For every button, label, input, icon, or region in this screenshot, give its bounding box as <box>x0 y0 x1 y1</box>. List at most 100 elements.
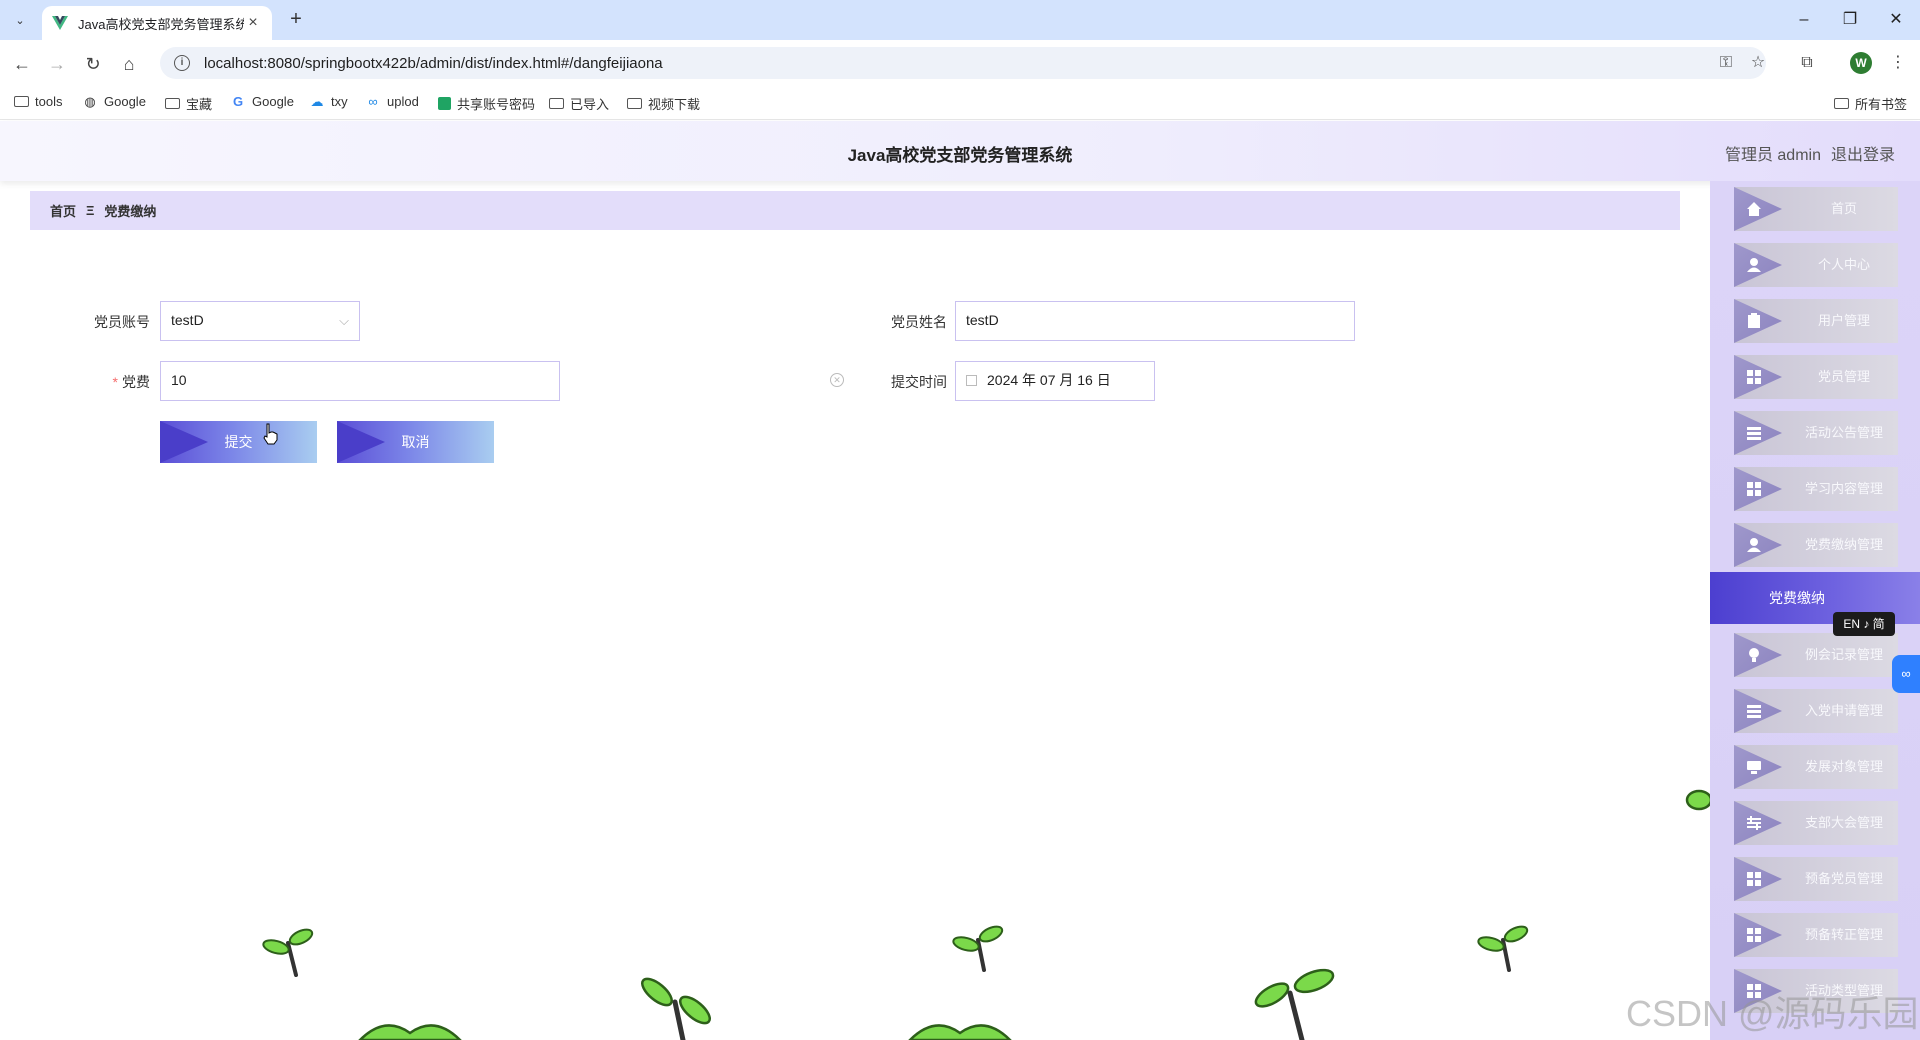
account-label: 党员账号 <box>94 314 150 330</box>
sidebar-item-full-membership[interactable]: 预备转正管理 <box>1734 913 1898 957</box>
back-icon[interactable]: ← <box>8 50 36 78</box>
name-field[interactable]: testD <box>955 301 1355 341</box>
sidebar-item-user-management[interactable]: 用户管理 <box>1734 299 1898 343</box>
date-picker[interactable]: 2024 年 07 月 16 日 <box>955 361 1155 401</box>
bookmark-uplod[interactable]: ∞ uplod <box>365 94 418 109</box>
list-icon <box>1747 427 1761 440</box>
hand-cursor-icon <box>263 423 278 445</box>
date-value: 2024 年 07 月 16 日 <box>987 372 1111 388</box>
sidebar-item-label: 入党申请管理 <box>1804 703 1883 718</box>
window-close-icon[interactable]: ✕ <box>1873 6 1919 34</box>
chevron-decoration <box>337 421 385 463</box>
sprout-decoration-icon <box>358 1024 462 1040</box>
sidebar: 首页 个人中心 用户管理 党员管理 活动公告管理 学习内容管理 党费缴纳管理 党… <box>1710 181 1920 1040</box>
submit-label: 提交 <box>224 434 253 450</box>
address-bar[interactable]: i localhost:8080/springbootx422b/admin/d… <box>160 47 1766 79</box>
folder-icon <box>165 98 180 109</box>
new-tab-button[interactable]: + <box>282 8 310 32</box>
home-icon[interactable]: ⌂ <box>115 50 143 78</box>
bookmark-tools[interactable]: tools <box>14 94 62 109</box>
fee-field[interactable]: 10 <box>160 361 560 401</box>
grid-icon <box>1747 370 1761 384</box>
globe-icon: ◍ <box>84 94 96 109</box>
grid-icon <box>1747 872 1761 886</box>
list-icon <box>1747 705 1761 718</box>
browser-toolbar: ← → ↻ ⌂ i localhost:8080/springbootx422b… <box>0 40 1920 86</box>
star-icon[interactable]: ☆ <box>1745 50 1771 76</box>
sidebar-item-label: 学习内容管理 <box>1804 481 1883 496</box>
folder-icon <box>627 98 642 109</box>
account-select[interactable]: testD ⌵ <box>160 301 360 341</box>
sidebar-item-announcements[interactable]: 活动公告管理 <box>1734 411 1898 455</box>
logout-link[interactable]: 退出登录 <box>1831 147 1895 164</box>
bookmark-shared-accounts[interactable]: 共享账号密码 <box>438 94 535 113</box>
menu-icon[interactable]: ⋮ <box>1885 50 1911 76</box>
extensions-icon[interactable]: ⧉ <box>1794 50 1820 76</box>
forward-icon[interactable]: → <box>43 50 71 78</box>
breadcrumb-current: 党费缴纳 <box>104 204 157 219</box>
sprout-decoration-icon <box>1685 789 1710 811</box>
sidebar-item-probationary-members[interactable]: 预备党员管理 <box>1734 857 1898 901</box>
account-value: testD <box>171 312 204 328</box>
bookmark-google-2[interactable]: G Google <box>230 94 294 109</box>
floating-tool-icon[interactable]: ∞ <box>1892 655 1920 693</box>
bulb-icon <box>1749 648 1759 662</box>
bookmark-treasure[interactable]: 宝藏 <box>165 94 212 113</box>
grid-icon <box>1747 928 1761 942</box>
bookmark-imported[interactable]: 已导入 <box>549 94 609 113</box>
calendar-icon <box>966 375 977 386</box>
grid-icon <box>1747 482 1761 496</box>
name-label: 党员姓名 <box>891 314 947 330</box>
sidebar-item-label: 预备转正管理 <box>1804 927 1883 942</box>
breadcrumb: 首页 Ξ 党费缴纳 <box>30 191 1680 230</box>
chevron-decoration <box>160 421 208 463</box>
cancel-label: 取消 <box>401 434 430 450</box>
clipboard-icon <box>1748 313 1760 328</box>
sidebar-item-member-management[interactable]: 党员管理 <box>1734 355 1898 399</box>
sliders-icon <box>1747 816 1761 830</box>
sidebar-item-label: 用户管理 <box>1817 313 1870 328</box>
submit-button[interactable]: 提交 <box>160 421 317 463</box>
sidebar-item-applications[interactable]: 入党申请管理 <box>1734 689 1898 733</box>
sidebar-item-development-targets[interactable]: 发展对象管理 <box>1734 745 1898 789</box>
google-icon: G <box>232 94 244 109</box>
sprout-decoration-icon <box>262 928 314 977</box>
fee-label: * 党费 <box>50 372 150 392</box>
reload-icon[interactable]: ↻ <box>79 50 107 78</box>
language-switch-popup[interactable]: EN ♪ 简 <box>1833 612 1895 636</box>
sidebar-item-meeting-records[interactable]: 例会记录管理 <box>1734 633 1898 677</box>
sprout-decoration-icon <box>641 977 711 1040</box>
browser-tab-bar: ⌄ Java高校党支部党务管理系统 × + – ❐ ✕ <box>0 0 1920 40</box>
user-area: 管理员 admin 退出登录 <box>1715 141 1895 165</box>
url-text: localhost:8080/springbootx422b/admin/dis… <box>204 54 663 72</box>
sidebar-item-label: 发展对象管理 <box>1804 759 1883 774</box>
sidebar-item-home[interactable]: 首页 <box>1734 187 1898 231</box>
clear-icon[interactable]: ✕ <box>830 373 844 387</box>
folder-icon <box>549 98 564 109</box>
key-icon[interactable]: ⚿ <box>1713 50 1739 76</box>
bookmark-txy[interactable]: ☁ txy <box>309 94 348 109</box>
sidebar-item-fee-management[interactable]: 党费缴纳管理 <box>1734 523 1898 567</box>
sidebar-item-learning[interactable]: 学习内容管理 <box>1734 467 1898 511</box>
cancel-button[interactable]: 取消 <box>337 421 494 463</box>
sprout-decoration-icon <box>952 925 1004 972</box>
sidebar-item-branch-meetings[interactable]: 支部大会管理 <box>1734 801 1898 845</box>
cloud-icon: ☁ <box>310 94 324 109</box>
breadcrumb-home[interactable]: 首页 <box>50 201 76 220</box>
bookmark-all[interactable]: 所有书签 <box>1834 94 1907 113</box>
sheet-icon <box>438 97 451 110</box>
restore-icon[interactable]: ❐ <box>1827 6 1873 34</box>
browser-tab[interactable]: Java高校党支部党务管理系统 × <box>42 6 272 40</box>
fee-label-text: 党费 <box>122 374 150 390</box>
tab-close-icon[interactable]: × <box>244 14 262 32</box>
bookmark-google[interactable]: ◍ Google <box>82 94 146 109</box>
tab-search-chevron-icon[interactable]: ⌄ <box>8 8 32 32</box>
sprout-decoration-icon <box>908 1024 1012 1040</box>
chevron-down-icon: ⌵ <box>339 313 349 328</box>
sidebar-item-personal-center[interactable]: 个人中心 <box>1734 243 1898 287</box>
bookmark-video-download[interactable]: 视频下载 <box>627 94 700 113</box>
minimize-icon[interactable]: – <box>1781 6 1827 34</box>
site-info-icon[interactable]: i <box>174 55 190 71</box>
sidebar-item-label: 例会记录管理 <box>1804 647 1883 662</box>
profile-avatar[interactable]: W <box>1850 52 1872 74</box>
